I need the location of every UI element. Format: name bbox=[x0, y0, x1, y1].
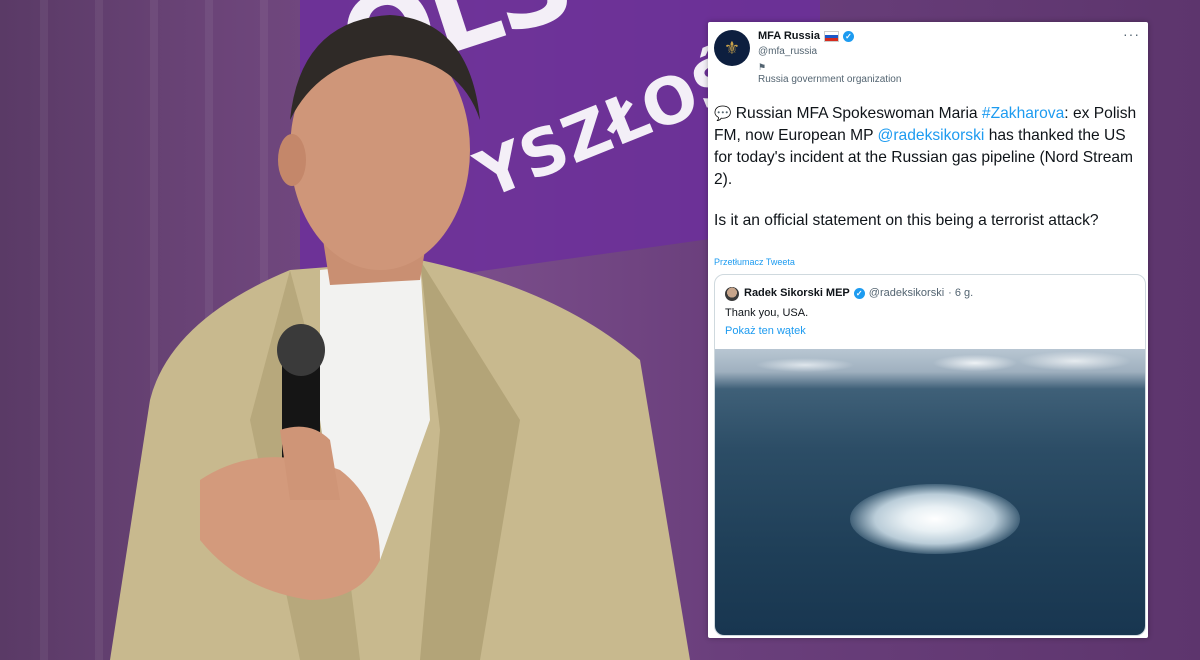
more-options-icon[interactable]: ··· bbox=[1123, 26, 1140, 42]
quoted-time: · 6 g. bbox=[948, 287, 974, 299]
account-name-text: MFA Russia bbox=[758, 30, 820, 42]
quoted-author-name: Radek Sikorski MEP bbox=[744, 287, 850, 299]
verified-icon: ✓ bbox=[842, 30, 854, 42]
tweet-text-part: Russian MFA Spokeswoman Maria bbox=[735, 105, 982, 122]
quoted-tweet[interactable]: Radek Sikorski MEP ✓ @radeksikorski · 6 … bbox=[714, 274, 1146, 636]
quoted-author[interactable]: Radek Sikorski MEP ✓ @radeksikorski · 6 … bbox=[744, 287, 973, 299]
tweet-text: 💬 Russian MFA Spokeswoman Maria #Zakharo… bbox=[714, 102, 1142, 191]
embedded-tweet: ⚜ MFA Russia ✓ @mfa_russia ··· ⚑ Russia … bbox=[708, 22, 1148, 638]
clouds bbox=[715, 349, 1145, 379]
account-avatar[interactable]: ⚜ bbox=[714, 30, 750, 66]
speech-bubble-icon: 💬 bbox=[714, 105, 732, 121]
gas-bubble-plume bbox=[850, 484, 1020, 554]
translate-link[interactable]: Przetłumacz Tweeta bbox=[714, 257, 795, 267]
government-flag-icon: ⚑ bbox=[758, 62, 767, 72]
mention-link[interactable]: @radeksikorski bbox=[878, 127, 985, 144]
quoted-handle: @radeksikorski bbox=[868, 287, 945, 299]
microphone-grille bbox=[277, 324, 325, 376]
account-name[interactable]: MFA Russia ✓ bbox=[758, 30, 854, 42]
quoted-avatar[interactable] bbox=[725, 287, 739, 301]
speaker-photo bbox=[110, 15, 690, 660]
show-thread-link[interactable]: Pokaż ten wątek bbox=[725, 325, 806, 337]
quoted-text: Thank you, USA. bbox=[725, 307, 809, 319]
russia-flag-icon bbox=[823, 30, 839, 42]
ear bbox=[278, 134, 306, 186]
emblem-icon: ⚜ bbox=[723, 37, 741, 58]
verified-icon: ✓ bbox=[853, 287, 865, 299]
account-handle[interactable]: @mfa_russia bbox=[758, 46, 817, 57]
government-label: Russia government organization bbox=[758, 74, 902, 85]
tweet-question: Is it an official statement on this bein… bbox=[714, 212, 1099, 229]
sea-leak-photo[interactable] bbox=[715, 349, 1145, 635]
hashtag-link[interactable]: #Zakharova bbox=[982, 105, 1064, 122]
